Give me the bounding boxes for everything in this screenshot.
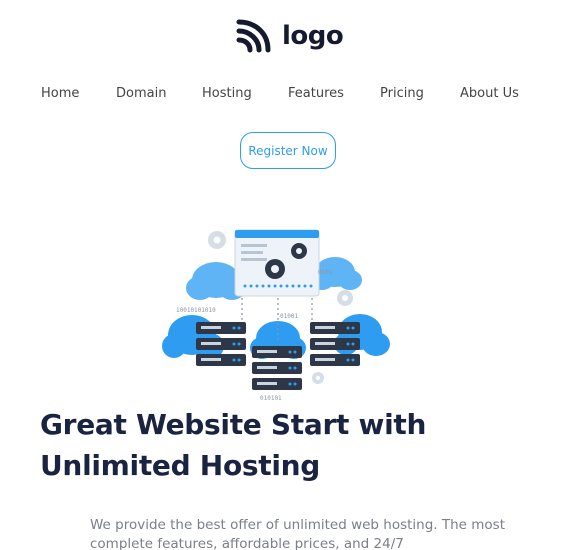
site-logo[interactable]: logo bbox=[236, 18, 344, 54]
register-now-button[interactable]: Register Now bbox=[240, 132, 336, 169]
nav-item-pricing[interactable]: Pricing bbox=[380, 86, 424, 101]
logo-text: logo bbox=[282, 21, 344, 51]
logo-signal-icon bbox=[236, 19, 271, 53]
nav-item-home[interactable]: Home bbox=[41, 86, 79, 101]
server-rack-left bbox=[196, 322, 246, 366]
nav-item-domain[interactable]: Domain bbox=[116, 86, 166, 101]
browser-window bbox=[234, 229, 320, 297]
hero-title: Great Website Start with Unlimited Hosti… bbox=[40, 408, 427, 482]
nav-item-hosting[interactable]: Hosting bbox=[202, 86, 252, 101]
server-rack-right bbox=[310, 322, 360, 366]
nav-item-about-us[interactable]: About Us bbox=[460, 86, 519, 101]
main-nav: Home Domain Hosting Features Pricing Abo… bbox=[0, 86, 575, 106]
binary-label: 01001 bbox=[280, 313, 298, 320]
hosting-illustration: 0101 10010101010 01001 010101 bbox=[162, 229, 390, 402]
nav-item-features[interactable]: Features bbox=[288, 86, 344, 101]
server-rack-center bbox=[252, 346, 302, 390]
hero-description: We provide the best offer of unlimited w… bbox=[90, 517, 506, 550]
binary-label: 0101 bbox=[318, 269, 333, 276]
cloud-left-bottom bbox=[162, 315, 224, 359]
binary-label: 10010101010 bbox=[176, 307, 216, 314]
binary-label: 010101 bbox=[260, 395, 282, 402]
